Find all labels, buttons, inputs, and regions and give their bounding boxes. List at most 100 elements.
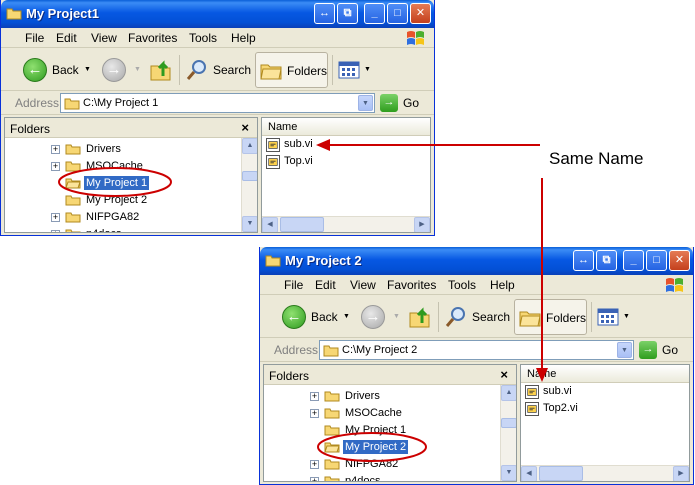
file-item[interactable]: Top.vi bbox=[266, 154, 366, 170]
title-bar[interactable]: My Project1 ↔ ⧉ _ □ ✕ bbox=[1, 0, 434, 28]
file-list-scrollbar[interactable]: ◀ ▶ bbox=[521, 465, 689, 481]
menu-edit[interactable]: Edit bbox=[56, 31, 77, 45]
file-item[interactable]: Top2.vi bbox=[525, 401, 625, 417]
expand-icon[interactable]: + bbox=[51, 230, 60, 232]
scroll-thumb[interactable] bbox=[280, 217, 324, 232]
expand-icon[interactable]: + bbox=[51, 145, 60, 154]
folders-scrollbar[interactable]: ▲ ▼ bbox=[241, 138, 257, 232]
expand-icon[interactable]: + bbox=[51, 162, 60, 171]
column-header-name[interactable]: Name bbox=[521, 365, 689, 383]
column-header-name[interactable]: Name bbox=[262, 118, 430, 136]
tree-item-my-project-1[interactable]: My Project 1 bbox=[5, 175, 245, 192]
folders-icon bbox=[519, 311, 541, 327]
file-list-pane: Name sub.vi Top2.vi ◀ ▶ bbox=[520, 364, 690, 482]
expand-icon[interactable]: + bbox=[51, 213, 60, 222]
file-item[interactable]: sub.vi bbox=[525, 384, 625, 400]
back-dropdown-icon[interactable]: ▼ bbox=[343, 313, 350, 320]
close-icon[interactable]: × bbox=[241, 120, 249, 135]
folders-button[interactable]: Folders bbox=[514, 299, 587, 335]
scroll-up-icon[interactable]: ▲ bbox=[501, 385, 516, 401]
folders-pane: Folders × + Drivers + MSOCache My Projec… bbox=[4, 117, 258, 233]
views-icon bbox=[338, 61, 360, 79]
menu-edit[interactable]: Edit bbox=[315, 278, 336, 292]
go-button[interactable]: Go bbox=[403, 96, 419, 110]
address-dropdown-icon[interactable]: ▼ bbox=[358, 95, 373, 111]
tree-item-drivers[interactable]: + Drivers bbox=[264, 388, 504, 405]
views-button[interactable]: ▼ bbox=[597, 305, 631, 329]
menu-view[interactable]: View bbox=[350, 278, 376, 292]
address-input[interactable]: C:\My Project 1 ▼ bbox=[60, 93, 375, 113]
scroll-left-icon[interactable]: ◀ bbox=[521, 466, 537, 481]
tree-item-msocache[interactable]: + MSOCache bbox=[5, 158, 245, 175]
scroll-down-icon[interactable]: ▼ bbox=[242, 216, 257, 232]
scroll-right-icon[interactable]: ▶ bbox=[673, 466, 689, 481]
back-button[interactable]: ← Back ▼ bbox=[282, 305, 350, 329]
help-swap-button[interactable]: ↔ bbox=[573, 250, 594, 271]
views-button[interactable]: ▼ bbox=[338, 58, 372, 82]
menu-tools[interactable]: Tools bbox=[448, 278, 476, 292]
menu-tools[interactable]: Tools bbox=[189, 31, 217, 45]
up-folder-icon[interactable] bbox=[408, 305, 432, 329]
file-item[interactable]: sub.vi bbox=[266, 137, 366, 153]
tree-item-drivers[interactable]: + Drivers bbox=[5, 141, 245, 158]
maximize-button[interactable]: □ bbox=[387, 3, 408, 24]
address-dropdown-icon[interactable]: ▼ bbox=[617, 342, 632, 358]
file-list-scrollbar[interactable]: ◀ ▶ bbox=[262, 216, 430, 232]
restore-icon-button[interactable]: ⧉ bbox=[596, 250, 617, 271]
back-button[interactable]: ← Back ▼ bbox=[23, 58, 91, 82]
title-bar[interactable]: My Project 2 ↔ ⧉ _ □ ✕ bbox=[260, 247, 693, 275]
minimize-button[interactable]: _ bbox=[623, 250, 644, 271]
menu-favorites[interactable]: Favorites bbox=[128, 31, 177, 45]
go-arrow-icon[interactable]: → bbox=[380, 94, 398, 112]
tree-item-nifpga82[interactable]: + NIFPGA82 bbox=[5, 209, 245, 226]
restore-icon-button[interactable]: ⧉ bbox=[337, 3, 358, 24]
close-button[interactable]: ✕ bbox=[410, 3, 431, 24]
tree-item-my-project-1[interactable]: My Project 1 bbox=[264, 422, 504, 439]
tree-item-p4docs[interactable]: + p4docs bbox=[5, 226, 245, 232]
go-button[interactable]: Go bbox=[662, 343, 678, 357]
maximize-button[interactable]: □ bbox=[646, 250, 667, 271]
scroll-thumb[interactable] bbox=[501, 418, 516, 428]
help-swap-button[interactable]: ↔ bbox=[314, 3, 335, 24]
menu-file[interactable]: File bbox=[284, 278, 303, 292]
address-input[interactable]: C:\My Project 2 ▼ bbox=[319, 340, 634, 360]
forward-button[interactable]: → ▼ bbox=[361, 305, 401, 329]
scroll-left-icon[interactable]: ◀ bbox=[262, 217, 278, 232]
tree-item-msocache[interactable]: + MSOCache bbox=[264, 405, 504, 422]
search-button[interactable]: Search bbox=[185, 58, 251, 82]
tree-item-label: p4docs bbox=[84, 227, 123, 232]
up-folder-icon[interactable] bbox=[149, 58, 173, 82]
scroll-up-icon[interactable]: ▲ bbox=[242, 138, 257, 154]
search-button[interactable]: Search bbox=[444, 305, 510, 329]
folder-icon bbox=[65, 212, 81, 223]
expand-icon[interactable]: + bbox=[310, 460, 319, 469]
folders-scrollbar[interactable]: ▲ ▼ bbox=[500, 385, 516, 481]
tree-item-p4docs[interactable]: + p4docs bbox=[264, 473, 504, 481]
minimize-button[interactable]: _ bbox=[364, 3, 385, 24]
open-folder-icon bbox=[324, 442, 340, 453]
back-dropdown-icon[interactable]: ▼ bbox=[84, 66, 91, 73]
tree-item-my-project-2[interactable]: My Project 2 bbox=[264, 439, 504, 456]
expand-icon[interactable]: + bbox=[310, 477, 319, 481]
close-button[interactable]: ✕ bbox=[669, 250, 690, 271]
scroll-right-icon[interactable]: ▶ bbox=[414, 217, 430, 232]
menu-help[interactable]: Help bbox=[490, 278, 515, 292]
tree-item-my-project-2[interactable]: My Project 2 bbox=[5, 192, 245, 209]
forward-button[interactable]: → ▼ bbox=[102, 58, 142, 82]
expand-icon[interactable]: + bbox=[310, 409, 319, 418]
close-icon[interactable]: × bbox=[500, 367, 508, 382]
expand-icon[interactable]: + bbox=[310, 392, 319, 401]
scroll-thumb[interactable] bbox=[539, 466, 583, 481]
tree-item-label: MSOCache bbox=[345, 407, 402, 419]
menu-view[interactable]: View bbox=[91, 31, 117, 45]
scroll-thumb[interactable] bbox=[242, 171, 257, 181]
menu-help[interactable]: Help bbox=[231, 31, 256, 45]
scroll-down-icon[interactable]: ▼ bbox=[501, 465, 516, 481]
tree-item-nifpga82[interactable]: + NIFPGA82 bbox=[264, 456, 504, 473]
file-list-pane: Name sub.vi Top.vi ◀ ▶ bbox=[261, 117, 431, 233]
go-arrow-icon[interactable]: → bbox=[639, 341, 657, 359]
menu-favorites[interactable]: Favorites bbox=[387, 278, 436, 292]
folders-button[interactable]: Folders bbox=[255, 52, 328, 88]
menu-bar: File Edit View Favorites Tools Help bbox=[1, 28, 434, 48]
menu-file[interactable]: File bbox=[25, 31, 44, 45]
